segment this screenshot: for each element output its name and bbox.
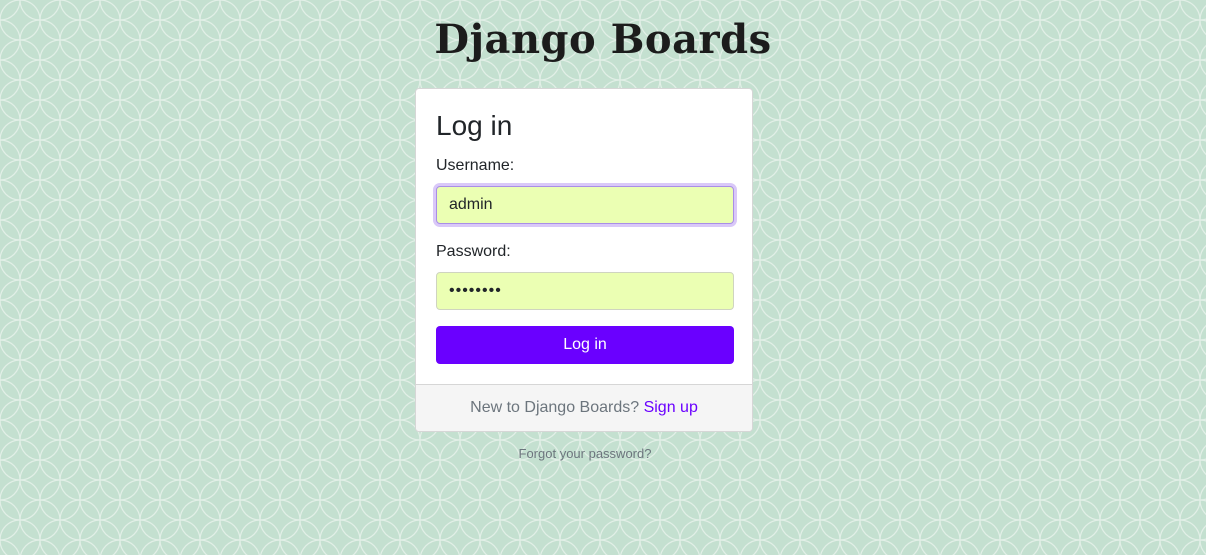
signup-link[interactable]: Sign up	[644, 399, 698, 416]
username-label: Username:	[436, 157, 515, 174]
password-label: Password:	[436, 243, 511, 260]
signup-prompt: New to Django Boards?	[470, 399, 640, 416]
forgot-password-link[interactable]: Forgot your password?	[519, 446, 652, 461]
login-card: Log in Username: Password: Log in New to…	[415, 88, 753, 432]
signup-footer: New to Django Boards? Sign up	[416, 384, 752, 431]
login-heading: Log in	[436, 110, 513, 141]
password-input[interactable]	[436, 272, 734, 310]
username-input[interactable]	[436, 186, 734, 224]
forgot-password-row: Forgot your password?	[0, 446, 1170, 462]
site-logo-title[interactable]: Django Boards	[0, 14, 1206, 66]
login-button[interactable]: Log in	[436, 326, 734, 364]
